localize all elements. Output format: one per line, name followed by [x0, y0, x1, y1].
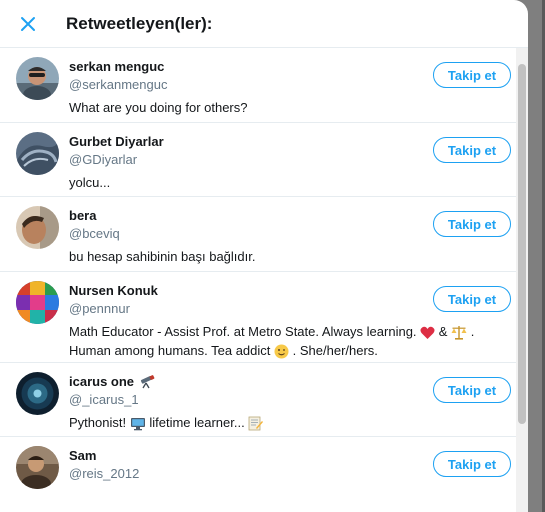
- retweeters-dialog: Retweetleyen(ler): serkan menguc @serkan…: [0, 0, 528, 512]
- bio-text: &: [438, 324, 448, 339]
- bio-text: Math Educator - Assist Prof. at Metro St…: [69, 324, 417, 339]
- dialog-header: Retweetleyen(ler):: [0, 0, 528, 48]
- dialog-title: Retweetleyen(ler):: [66, 14, 213, 33]
- close-button[interactable]: [14, 10, 42, 38]
- user-bio: Pythonist! lifetime learner...: [69, 413, 501, 432]
- bio-text: lifetime learner...: [149, 415, 245, 430]
- user-row-serkanmenguc[interactable]: serkan menguc @serkanmenguc What are you…: [0, 48, 516, 123]
- user-row-reis-2012[interactable]: Sam @reis_2012 Takip et: [0, 437, 516, 512]
- bio-text: Human among humans. Tea addict: [69, 343, 271, 358]
- user-name[interactable]: Sam: [69, 448, 96, 463]
- user-bio: What are you doing for others?: [69, 100, 248, 115]
- follow-button[interactable]: Takip et: [433, 377, 511, 403]
- user-bio: yolcu...: [69, 175, 111, 190]
- bio-text: Pythonist!: [69, 415, 127, 430]
- close-icon: [21, 17, 35, 31]
- user-row-icarus-1[interactable]: icarus one @_icarus_1 Pythonist! lifetim…: [0, 363, 516, 437]
- user-handle[interactable]: @reis_2012: [69, 466, 139, 481]
- follow-button[interactable]: Takip et: [433, 286, 511, 312]
- user-name[interactable]: icarus one: [69, 374, 155, 389]
- retweeters-list: serkan menguc @serkanmenguc What are you…: [0, 48, 528, 512]
- winking-face-icon: [274, 344, 289, 359]
- user-handle[interactable]: @bceviq: [69, 226, 120, 241]
- bio-text: .: [470, 324, 475, 339]
- user-handle[interactable]: @serkanmenguc: [69, 77, 167, 92]
- avatar[interactable]: [16, 281, 59, 324]
- list-scrollbar[interactable]: [516, 48, 528, 512]
- user-name[interactable]: Gurbet Diyarlar: [69, 134, 164, 149]
- memo-icon: [248, 416, 264, 431]
- computer-icon: [130, 417, 145, 430]
- follow-button[interactable]: Takip et: [433, 137, 511, 163]
- user-name[interactable]: Nursen Konuk: [69, 283, 158, 298]
- red-heart-icon: [420, 326, 435, 339]
- user-bio: Math Educator - Assist Prof. at Metro St…: [69, 322, 501, 360]
- user-name[interactable]: bera: [69, 208, 96, 223]
- telescope-icon: [140, 374, 155, 388]
- avatar[interactable]: [16, 57, 59, 100]
- user-handle[interactable]: @pennnur: [69, 301, 130, 316]
- balance-scale-icon: [451, 326, 467, 340]
- bio-text: . She/her/hers.: [292, 343, 378, 358]
- user-handle[interactable]: @GDiyarlar: [69, 152, 137, 167]
- avatar[interactable]: [16, 446, 59, 489]
- user-row-pennnur[interactable]: Nursen Konuk @pennnur Math Educator - As…: [0, 272, 516, 363]
- user-row-gdiyarlar[interactable]: Gurbet Diyarlar @GDiyarlar yolcu... Taki…: [0, 123, 516, 197]
- follow-button[interactable]: Takip et: [433, 62, 511, 88]
- avatar[interactable]: [16, 132, 59, 175]
- avatar[interactable]: [16, 206, 59, 249]
- scrollbar-thumb[interactable]: [518, 64, 526, 424]
- user-name-text: icarus one: [69, 374, 135, 389]
- follow-button[interactable]: Takip et: [433, 451, 511, 477]
- user-bio: bu hesap sahibinin başı bağlıdır.: [69, 249, 256, 264]
- avatar[interactable]: [16, 372, 59, 415]
- follow-button[interactable]: Takip et: [433, 211, 511, 237]
- user-row-bceviq[interactable]: bera @bceviq bu hesap sahibinin başı bağ…: [0, 197, 516, 272]
- user-handle[interactable]: @_icarus_1: [69, 392, 139, 407]
- user-name[interactable]: serkan menguc: [69, 59, 164, 74]
